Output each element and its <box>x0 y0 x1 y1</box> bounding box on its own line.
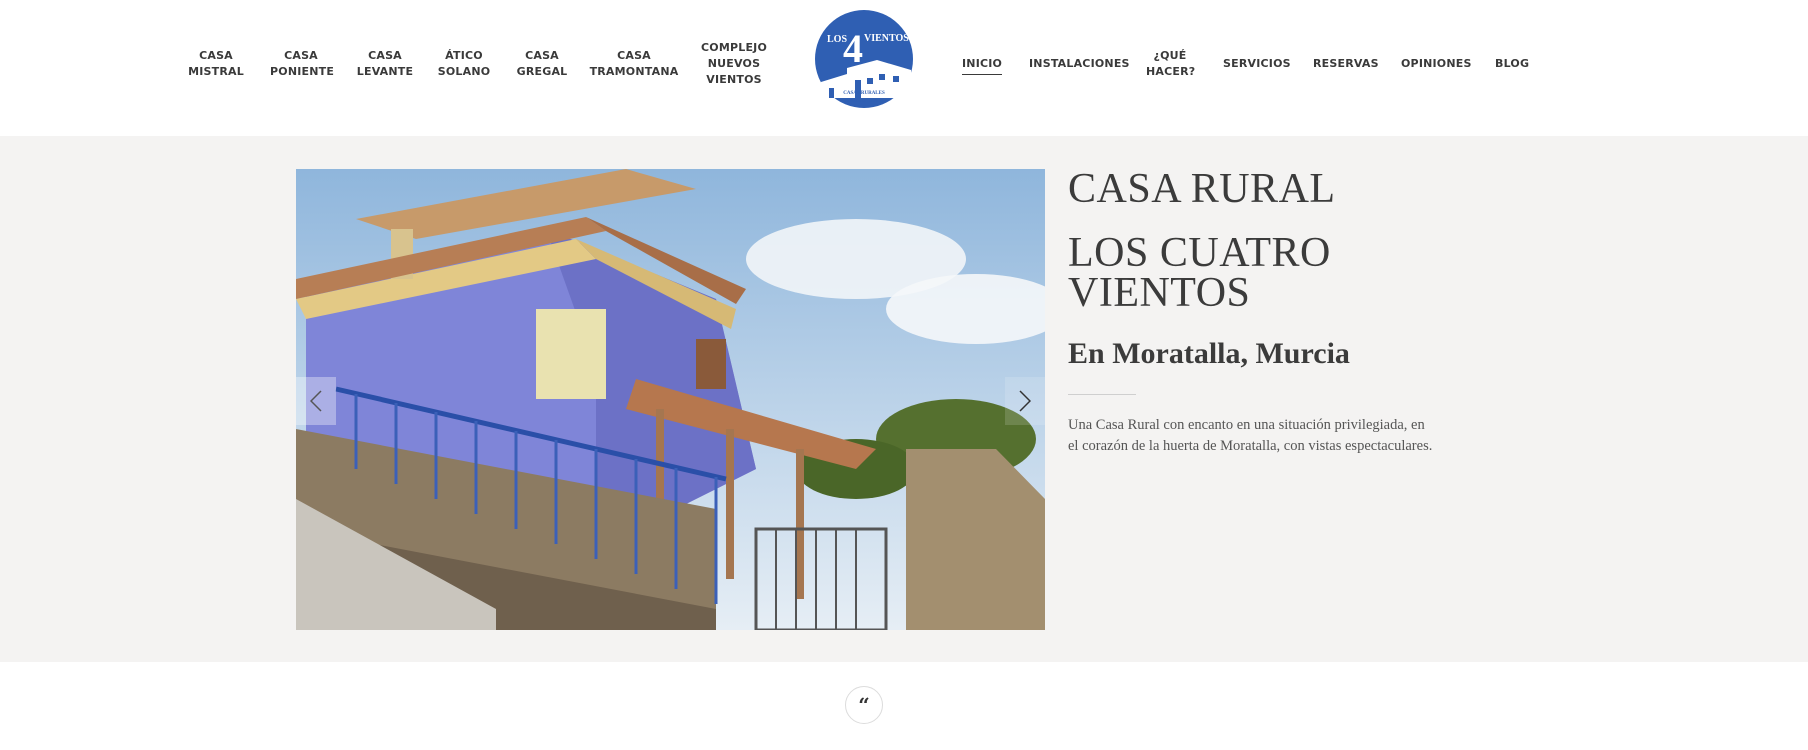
nav-inicio[interactable]: INICIO <box>962 56 1003 75</box>
hero-title-line1: CASA RURAL <box>1068 166 1336 212</box>
hero-slider-image[interactable] <box>296 169 1045 630</box>
nav-reservas[interactable]: RESERVAS <box>1313 56 1379 72</box>
nav-complejo-nuevos-vientos[interactable]: COMPLEJO NUEVOS VIENTOS <box>698 40 770 88</box>
slider-prev-button[interactable] <box>296 377 336 425</box>
hero-title-line2: LOS CUATRO VIENTOS <box>1068 230 1331 316</box>
nav-casa-poniente[interactable]: CASA PONIENTE <box>270 48 334 80</box>
nav-casa-levante[interactable]: CASA LEVANTE <box>355 48 415 80</box>
slider-next-button[interactable] <box>1005 377 1045 425</box>
nav-casa-mistral[interactable]: CASA MISTRAL <box>186 48 246 80</box>
chevron-right-icon <box>1019 390 1031 412</box>
site-logo[interactable]: LOS 4 VIENTOS CASAS RURALES MORATALLA - … <box>807 8 921 110</box>
hero-text-block: CASA RURAL LOS CUATRO VIENTOS En Moratal… <box>1068 166 1448 457</box>
nav-casa-tramontana[interactable]: CASA TRAMONTANA <box>588 48 680 80</box>
nav-opiniones[interactable]: OPINIONES <box>1401 56 1472 72</box>
nav-que-hacer[interactable]: ¿QUÉ HACER? <box>1146 48 1195 80</box>
nav-blog[interactable]: BLOG <box>1495 56 1529 72</box>
quote-icon[interactable]: “ <box>845 686 883 724</box>
svg-text:MORATALLA - MURCIA: MORATALLA - MURCIA <box>845 99 883 103</box>
hero-subtitle: En Moratalla, Murcia <box>1068 337 1350 370</box>
chevron-left-icon <box>310 390 322 412</box>
nav-servicios[interactable]: SERVICIOS <box>1223 56 1291 72</box>
nav-instalaciones[interactable]: INSTALACIONES <box>1029 56 1130 72</box>
site-header: CASA MISTRAL CASA PONIENTE CASA LEVANTE … <box>0 0 1808 136</box>
svg-text:CASAS RURALES: CASAS RURALES <box>843 91 885 96</box>
nav-atico-solano[interactable]: ÁTICO SOLANO <box>434 48 494 80</box>
hero-description: Una Casa Rural con encanto en una situac… <box>1068 417 1433 454</box>
hero-divider <box>1068 394 1136 395</box>
nav-casa-gregal[interactable]: CASA GREGAL <box>512 48 572 80</box>
svg-text:VIENTOS: VIENTOS <box>864 33 909 44</box>
svg-text:4: 4 <box>843 26 863 71</box>
hero-section: CASA RURAL LOS CUATRO VIENTOS En Moratal… <box>0 136 1808 662</box>
